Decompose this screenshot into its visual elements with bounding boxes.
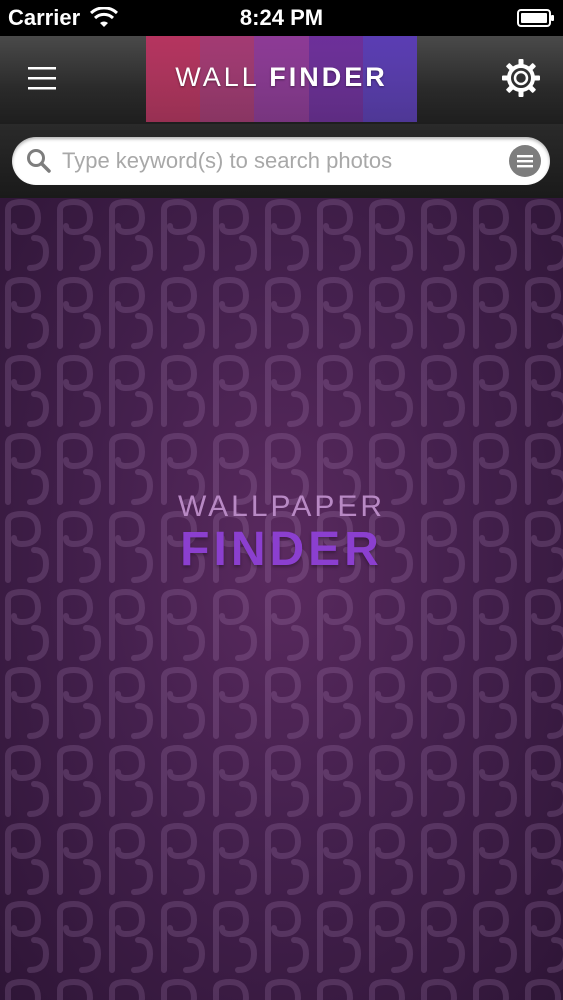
logo-word-wall: WALL (175, 62, 259, 92)
battery-icon (517, 9, 554, 27)
settings-button[interactable] (499, 56, 543, 100)
logo-word-finder: FINDER (269, 62, 388, 92)
status-time: 8:24 PM (239, 5, 324, 30)
search-field-container (12, 137, 550, 185)
brand-title-bottom: FINDER (180, 523, 383, 576)
search-bar (0, 124, 563, 198)
magnifier-icon (27, 149, 51, 173)
search-options-button[interactable] (509, 145, 541, 177)
gear-icon (502, 59, 540, 97)
search-input[interactable] (60, 140, 509, 182)
logo-text: WALL FINDER (146, 62, 417, 93)
background-pattern (0, 198, 563, 1000)
list-icon (517, 155, 533, 168)
brand-logo: WALLPAPER FINDER (0, 490, 563, 577)
status-bar: Carrier 8:24 PM (0, 0, 563, 36)
app-screen: Carrier 8:24 PM WALL FINDER Type keyword… (0, 0, 563, 1000)
brand-title-top: WALLPAPER (177, 490, 386, 523)
hamburger-menu-icon (28, 67, 56, 90)
menu-button[interactable] (20, 56, 64, 100)
navigation-bar: WALL FINDER (0, 36, 563, 125)
main-content: WALLPAPER FINDER (0, 198, 563, 1000)
app-logo: WALL FINDER (146, 36, 418, 122)
